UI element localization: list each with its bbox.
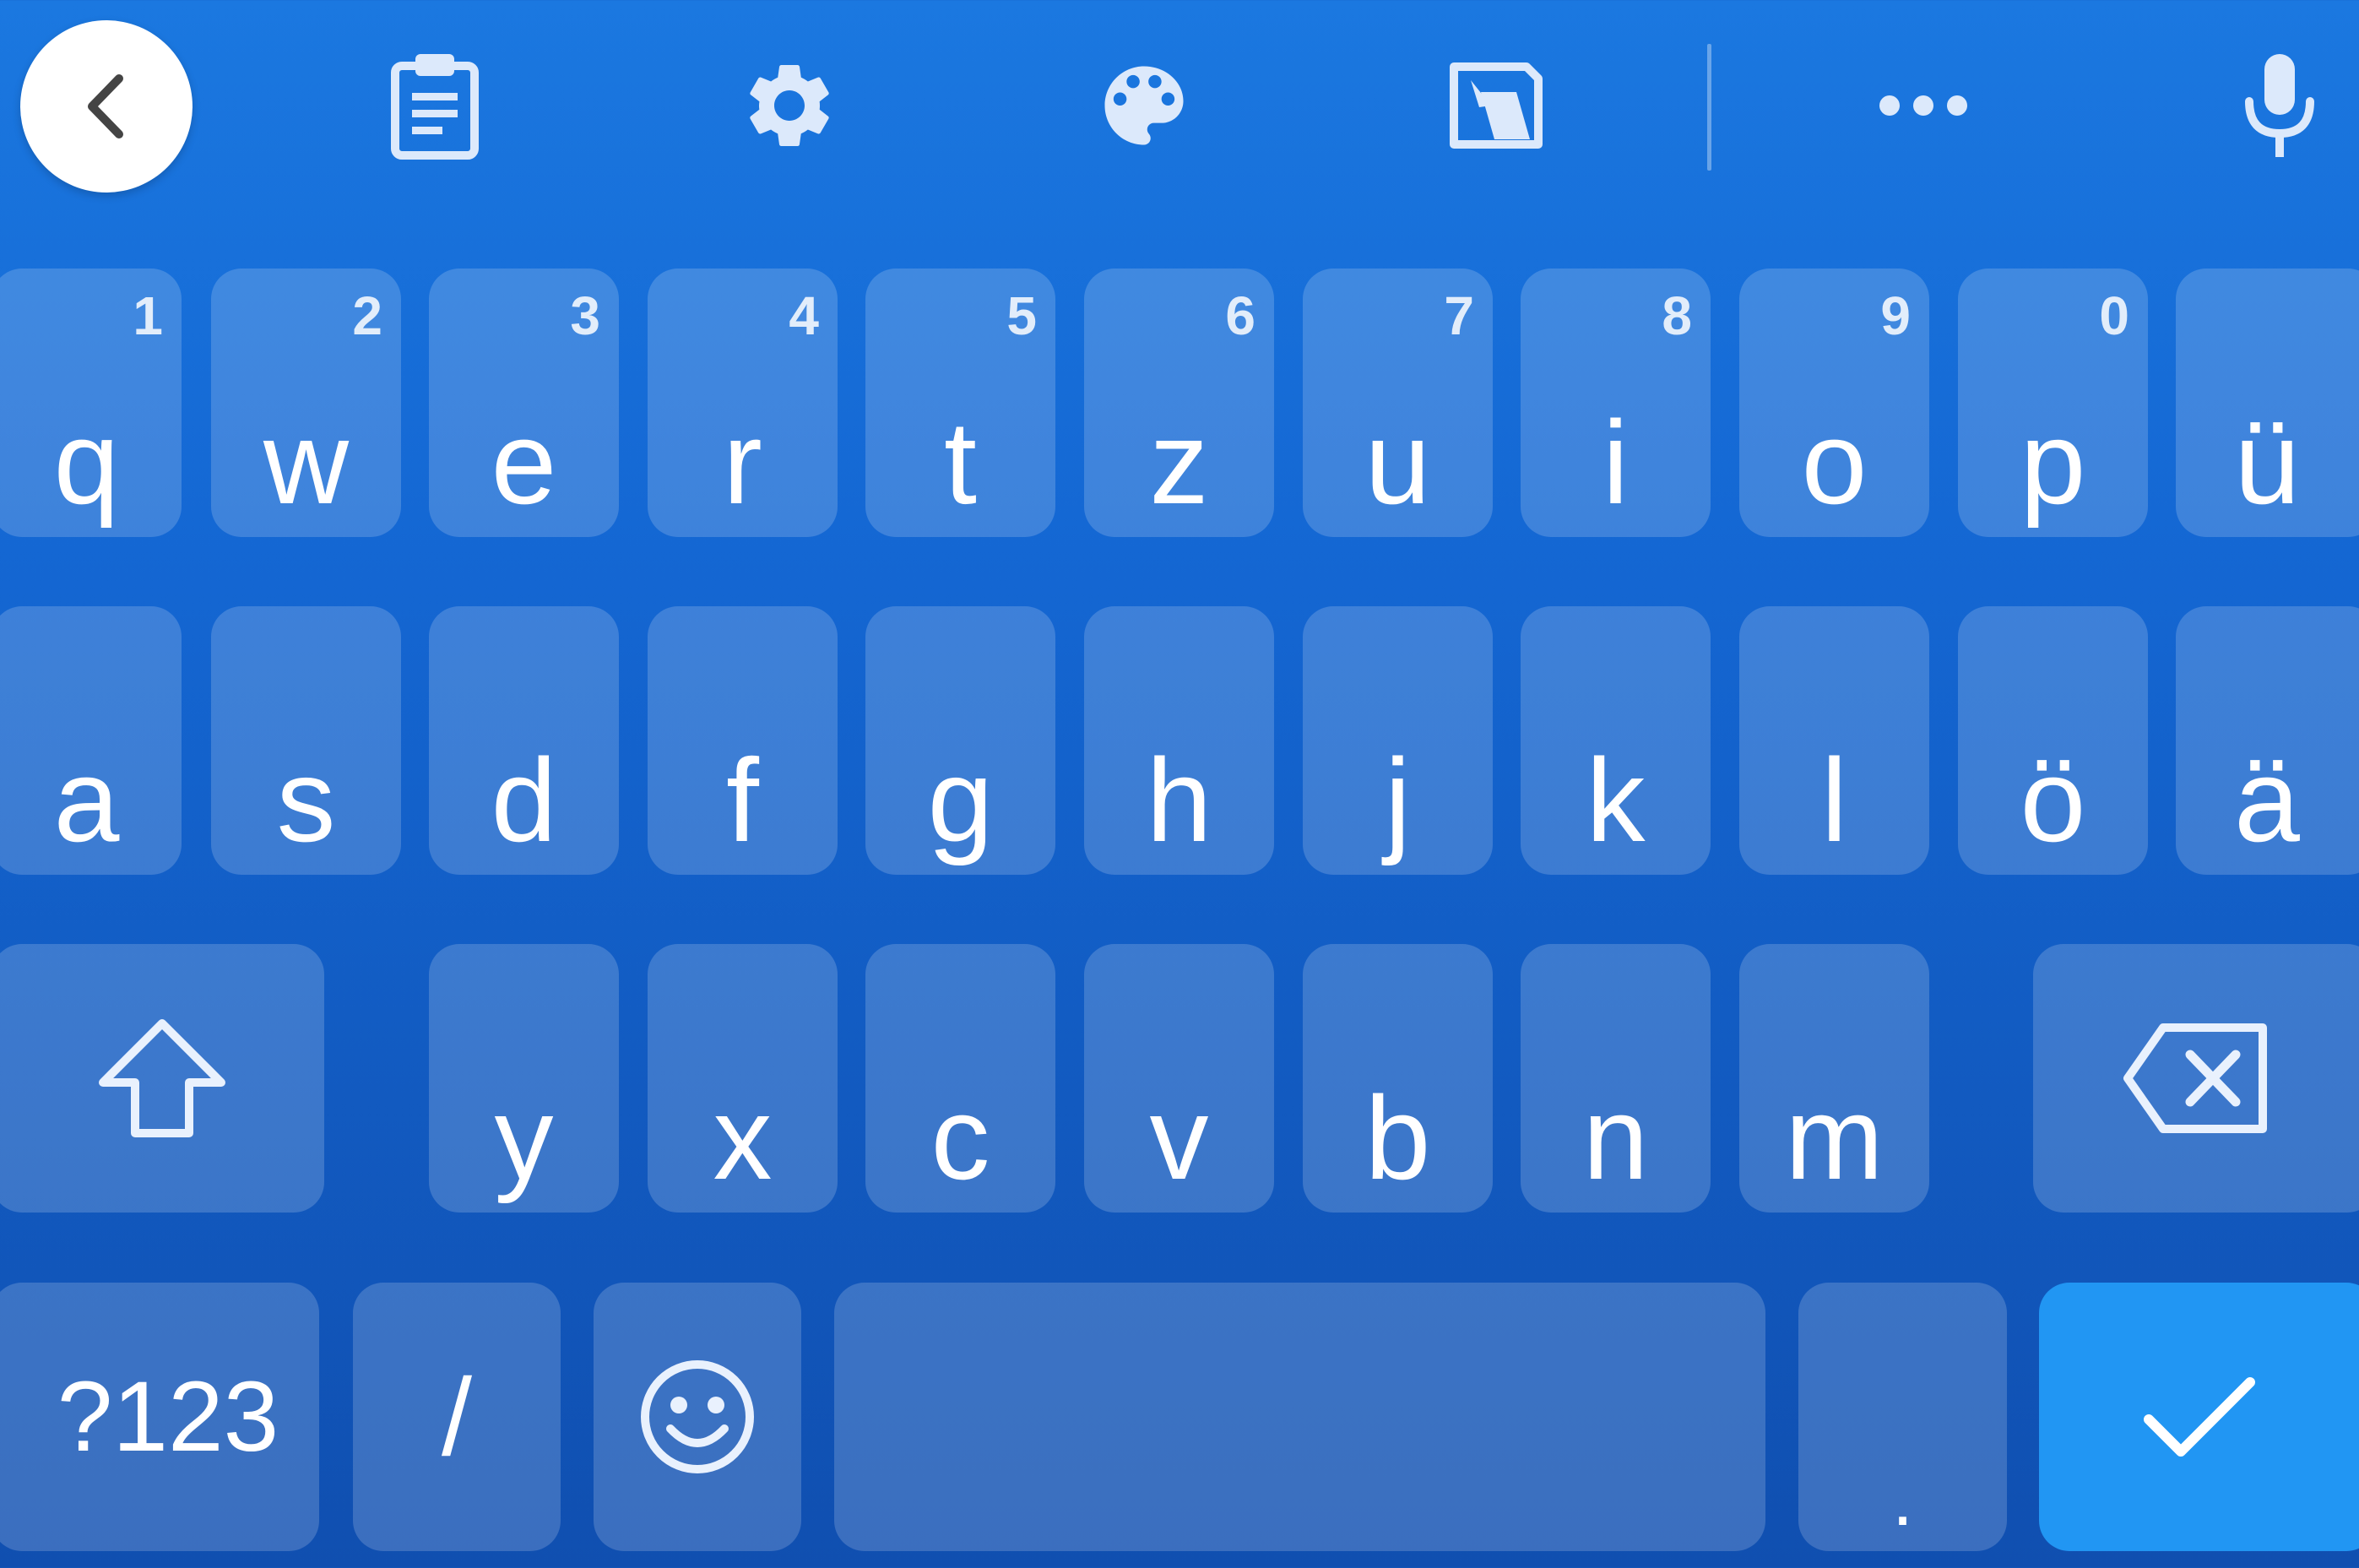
microphone-icon xyxy=(2245,54,2314,157)
smiley-icon xyxy=(641,1360,754,1473)
key-h[interactable]: h xyxy=(1084,606,1274,875)
key-c[interactable]: c xyxy=(865,944,1055,1213)
key-label: ü xyxy=(2234,396,2300,529)
key-p[interactable]: 0 p xyxy=(1958,269,2148,537)
enter-key[interactable] xyxy=(2039,1283,2359,1551)
toolbar-divider xyxy=(1707,44,1711,171)
key-u[interactable]: 7 u xyxy=(1303,269,1493,537)
key-label: o xyxy=(1801,396,1868,529)
theme-button[interactable] xyxy=(1081,42,1207,169)
clipboard-button[interactable] xyxy=(371,42,498,169)
text-editing-button[interactable] xyxy=(1433,42,1559,169)
key-label: ä xyxy=(2234,734,2300,866)
key-e[interactable]: 3 e xyxy=(429,269,619,537)
key-hint: 6 xyxy=(1225,285,1255,346)
key-label: v xyxy=(1149,1072,1209,1204)
more-dots-icon xyxy=(1879,95,1967,116)
key-z[interactable]: 6 z xyxy=(1084,269,1274,537)
settings-button[interactable] xyxy=(726,42,853,169)
key-label: r xyxy=(723,396,762,529)
key-a-umlaut[interactable]: ä xyxy=(2176,606,2359,875)
key-label: z xyxy=(1149,396,1209,529)
key-label: u xyxy=(1364,396,1431,529)
key-hint: 2 xyxy=(352,285,382,346)
key-label: w xyxy=(263,396,350,529)
key-b[interactable]: b xyxy=(1303,944,1493,1213)
key-label: a xyxy=(53,734,120,866)
key-j[interactable]: j xyxy=(1303,606,1493,875)
key-a[interactable]: a xyxy=(0,606,182,875)
key-o-umlaut[interactable]: ö xyxy=(1958,606,2148,875)
clipboard-icon xyxy=(391,54,479,160)
key-label: s xyxy=(276,734,336,866)
key-label: e xyxy=(491,396,557,529)
key-label: f xyxy=(726,734,759,866)
key-r[interactable]: 4 r xyxy=(648,269,838,537)
emoji-key[interactable] xyxy=(594,1283,801,1551)
key-label: d xyxy=(491,734,557,866)
key-hint: 9 xyxy=(1880,285,1911,346)
slash-key[interactable]: / xyxy=(353,1283,561,1551)
key-label: h xyxy=(1146,734,1212,866)
voice-input-button[interactable] xyxy=(2216,42,2343,169)
symbols-key-label: ?123 xyxy=(57,1361,279,1473)
key-label: t xyxy=(944,396,977,529)
key-label: j xyxy=(1384,734,1412,866)
key-label: n xyxy=(1582,1072,1649,1204)
key-k[interactable]: k xyxy=(1521,606,1711,875)
palette-icon xyxy=(1104,66,1184,145)
shift-arrow-icon xyxy=(99,1019,225,1137)
key-i[interactable]: 8 i xyxy=(1521,269,1711,537)
key-t[interactable]: 5 t xyxy=(865,269,1055,537)
text-select-icon xyxy=(1450,62,1543,149)
back-button[interactable] xyxy=(20,20,193,193)
more-options-button[interactable] xyxy=(1860,42,1987,169)
key-x[interactable]: x xyxy=(648,944,838,1213)
backspace-icon xyxy=(2123,1023,2267,1133)
key-label: x xyxy=(713,1072,773,1204)
shift-key[interactable] xyxy=(0,944,324,1213)
backspace-key[interactable] xyxy=(2033,944,2359,1213)
key-label: ö xyxy=(2020,734,2086,866)
key-label: c xyxy=(930,1072,990,1204)
symbols-key[interactable]: ?123 xyxy=(0,1283,319,1551)
key-label: b xyxy=(1364,1072,1431,1204)
key-y[interactable]: y xyxy=(429,944,619,1213)
key-v[interactable]: v xyxy=(1084,944,1274,1213)
key-l[interactable]: l xyxy=(1739,606,1929,875)
key-hint: 8 xyxy=(1662,285,1692,346)
key-d[interactable]: d xyxy=(429,606,619,875)
key-hint: 4 xyxy=(789,285,819,346)
period-key[interactable]: . xyxy=(1798,1283,2007,1551)
key-hint: 5 xyxy=(1006,285,1037,346)
key-label: k xyxy=(1586,734,1646,866)
key-label: y xyxy=(494,1072,554,1204)
key-label: l xyxy=(1820,734,1848,866)
key-label: i xyxy=(1602,396,1630,529)
key-hint: 3 xyxy=(570,285,600,346)
key-hint: 0 xyxy=(2099,285,2129,346)
key-g[interactable]: g xyxy=(865,606,1055,875)
slash-key-label: / xyxy=(441,1355,473,1478)
period-key-label: . xyxy=(1891,1457,1913,1542)
key-w[interactable]: 2 w xyxy=(211,269,401,537)
key-label: p xyxy=(2020,396,2086,529)
key-hint: 1 xyxy=(133,285,163,346)
key-label: m xyxy=(1785,1072,1884,1204)
checkmark-icon xyxy=(2144,1377,2255,1457)
chevron-left-icon xyxy=(88,74,123,138)
key-label: q xyxy=(53,396,120,529)
key-q[interactable]: 1 q xyxy=(0,269,182,537)
gear-icon xyxy=(750,65,829,146)
key-u-umlaut[interactable]: ü xyxy=(2176,269,2359,537)
key-m[interactable]: m xyxy=(1739,944,1929,1213)
key-o[interactable]: 9 o xyxy=(1739,269,1929,537)
key-hint: 7 xyxy=(1444,285,1474,346)
space-bar[interactable] xyxy=(834,1283,1765,1551)
key-f[interactable]: f xyxy=(648,606,838,875)
key-label: g xyxy=(927,734,994,866)
key-s[interactable]: s xyxy=(211,606,401,875)
key-n[interactable]: n xyxy=(1521,944,1711,1213)
